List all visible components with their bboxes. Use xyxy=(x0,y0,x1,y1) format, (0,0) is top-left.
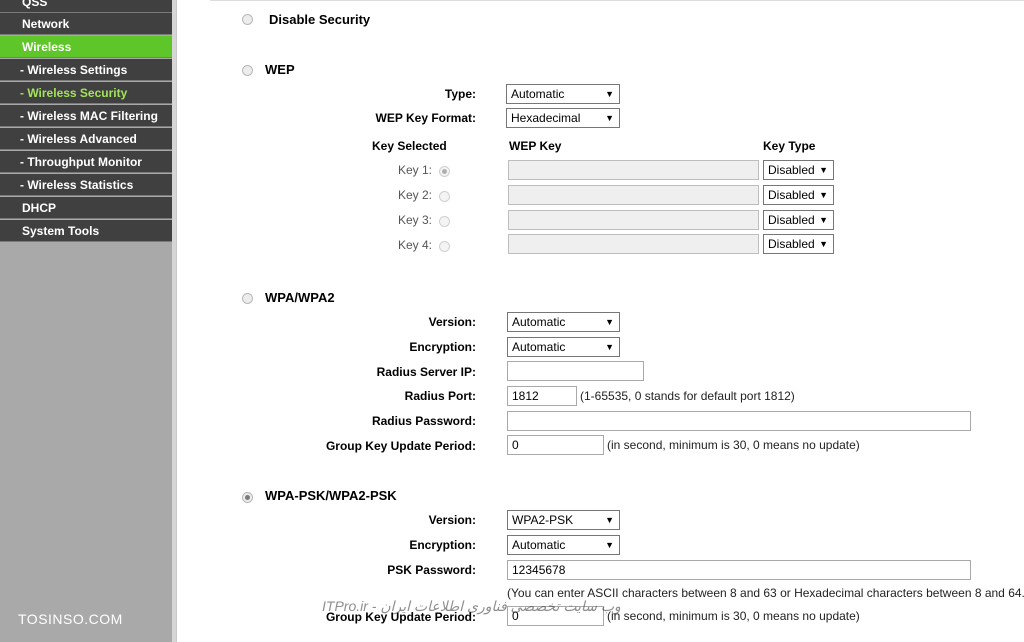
chevron-down-icon: ▼ xyxy=(605,317,614,327)
nav-dhcp[interactable]: DHCP xyxy=(0,197,172,219)
psk-version-label: Version: xyxy=(428,513,476,527)
psk-title: WPA-PSK/WPA2-PSK xyxy=(265,488,397,503)
nav-wireless-security[interactable]: - Wireless Security xyxy=(0,82,172,104)
key1-type-value: Disabled xyxy=(768,163,815,177)
radius-server-ip-input[interactable] xyxy=(507,361,644,381)
key-selected-header: Key Selected xyxy=(372,139,447,153)
watermark-tosinso: TOSINSO.COM xyxy=(18,611,123,627)
wpa-version-label: Version: xyxy=(428,315,476,329)
key4-type-value: Disabled xyxy=(768,237,815,251)
psk-radio[interactable] xyxy=(242,492,253,503)
chevron-down-icon: ▼ xyxy=(605,540,614,550)
key2-type-value: Disabled xyxy=(768,188,815,202)
wep-type-value: Automatic xyxy=(511,87,565,101)
top-rule xyxy=(210,0,1024,1)
key3-type-select[interactable]: Disabled ▼ xyxy=(763,210,834,230)
radius-password-input[interactable] xyxy=(507,411,971,431)
nav-wireless-mac-filtering[interactable]: - Wireless MAC Filtering xyxy=(0,105,172,127)
wep-format-value: Hexadecimal xyxy=(511,111,581,125)
nav-throughput-monitor[interactable]: - Throughput Monitor xyxy=(0,151,172,173)
key3-label: Key 3: xyxy=(397,213,432,227)
wpa-radio[interactable] xyxy=(242,293,253,304)
wpa-gkup-label: Group Key Update Period: xyxy=(325,439,476,453)
key4-input[interactable] xyxy=(508,234,759,254)
chevron-down-icon: ▼ xyxy=(819,165,828,175)
nav-wireless-settings[interactable]: - Wireless Settings xyxy=(0,59,172,81)
wpa-encryption-select[interactable]: Automatic ▼ xyxy=(507,337,620,357)
chevron-down-icon: ▼ xyxy=(605,113,614,123)
sidebar-divider-line xyxy=(176,0,177,642)
key2-input[interactable] xyxy=(508,185,759,205)
wpa-gkup-input[interactable]: 0 xyxy=(507,435,604,455)
wpa-version-value: Automatic xyxy=(512,315,566,329)
disable-security-title: Disable Security xyxy=(269,12,371,27)
radius-port-hint: (1-65535, 0 stands for default port 1812… xyxy=(580,389,795,403)
key4-label: Key 4: xyxy=(397,238,432,252)
psk-version-select[interactable]: WPA2-PSK ▼ xyxy=(507,510,620,530)
wep-type-select[interactable]: Automatic ▼ xyxy=(506,84,620,104)
chevron-down-icon: ▼ xyxy=(819,190,828,200)
key2-type-select[interactable]: Disabled ▼ xyxy=(763,185,834,205)
key1-radio[interactable] xyxy=(439,166,450,177)
chevron-down-icon: ▼ xyxy=(819,215,828,225)
psk-encryption-value: Automatic xyxy=(512,538,566,552)
psk-encryption-select[interactable]: Automatic ▼ xyxy=(507,535,620,555)
psk-version-value: WPA2-PSK xyxy=(512,513,574,527)
key4-type-select[interactable]: Disabled ▼ xyxy=(763,234,834,254)
chevron-down-icon: ▼ xyxy=(819,239,828,249)
wpa-encryption-value: Automatic xyxy=(512,340,566,354)
radius-port-input[interactable]: 1812 xyxy=(507,386,577,406)
wep-key-header: WEP Key xyxy=(509,139,562,153)
watermark-itpro: ITPro.ir - وب سایت تخصصی فناوری اطلاعات … xyxy=(322,598,621,614)
nav-wireless-statistics[interactable]: - Wireless Statistics xyxy=(0,174,172,196)
radius-password-label: Radius Password: xyxy=(371,414,476,428)
wep-title: WEP xyxy=(265,62,295,77)
disable-security-radio[interactable] xyxy=(242,14,253,25)
psk-gkup-hint: (in second, minimum is 30, 0 means no up… xyxy=(607,609,860,623)
wep-type-label: Type: xyxy=(444,87,476,101)
psk-encryption-label: Encryption: xyxy=(409,538,476,552)
key4-radio[interactable] xyxy=(439,241,450,252)
wep-format-select[interactable]: Hexadecimal ▼ xyxy=(506,108,620,128)
key3-type-value: Disabled xyxy=(768,213,815,227)
nav-qss[interactable]: QSS xyxy=(0,0,172,13)
chevron-down-icon: ▼ xyxy=(605,89,614,99)
wpa-title: WPA/WPA2 xyxy=(265,290,335,305)
nav-wireless[interactable]: Wireless xyxy=(0,36,172,58)
wpa-gkup-hint: (in second, minimum is 30, 0 means no up… xyxy=(607,438,860,452)
sidebar: QSS Network Wireless - Wireless Settings… xyxy=(0,0,172,642)
key1-label: Key 1: xyxy=(397,163,432,177)
radius-port-label: Radius Port: xyxy=(404,389,476,403)
psk-password-input[interactable]: 12345678 xyxy=(507,560,971,580)
nav-wireless-advanced[interactable]: - Wireless Advanced xyxy=(0,128,172,150)
wpa-encryption-label: Encryption: xyxy=(409,340,476,354)
wpa-version-select[interactable]: Automatic ▼ xyxy=(507,312,620,332)
key2-radio[interactable] xyxy=(439,191,450,202)
nav-network[interactable]: Network xyxy=(0,13,172,35)
key3-radio[interactable] xyxy=(439,216,450,227)
chevron-down-icon: ▼ xyxy=(605,515,614,525)
radius-server-ip-label: Radius Server IP: xyxy=(376,365,476,379)
key2-label: Key 2: xyxy=(397,188,432,202)
wep-format-label: WEP Key Format: xyxy=(375,111,476,125)
key3-input[interactable] xyxy=(508,210,759,230)
chevron-down-icon: ▼ xyxy=(605,342,614,352)
key1-input[interactable] xyxy=(508,160,759,180)
key-type-header: Key Type xyxy=(763,139,816,153)
wep-radio[interactable] xyxy=(242,65,253,76)
psk-password-label: PSK Password: xyxy=(387,563,476,577)
nav-system-tools[interactable]: System Tools xyxy=(0,220,172,242)
key1-type-select[interactable]: Disabled ▼ xyxy=(763,160,834,180)
